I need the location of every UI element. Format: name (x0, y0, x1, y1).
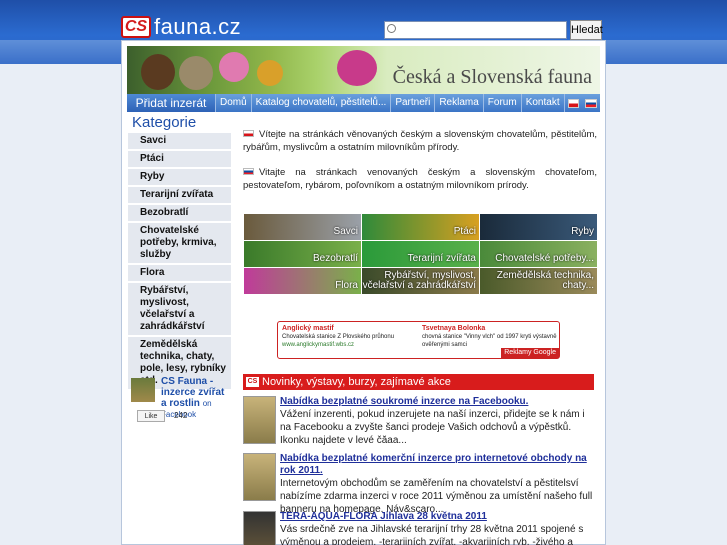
facebook-avatar[interactable] (131, 378, 155, 402)
nav-advertising[interactable]: Reklama (435, 94, 484, 112)
tile-ptaci[interactable]: Ptáci (362, 214, 479, 240)
intro-slovak: Vitajte na stránkach venovaných českým a… (243, 167, 597, 191)
ad-left-text: Chovatelská stanice Z Plovského průhonu (282, 334, 395, 340)
news-item: TERA-AQUA-FLORA Jihlava 28 května 2011 V… (243, 511, 594, 545)
main-content: Vítejte na stránkách věnovaných českým a… (241, 114, 597, 204)
czech-flag-icon (243, 130, 254, 137)
intro-czech: Vítejte na stránkách věnovaných českým a… (243, 129, 597, 153)
news-text: Vás srdečně zve na Jihlavské terarijní t… (280, 524, 584, 545)
news-title-link[interactable]: Nabídka bezplatné soukromé inzerce na Fa… (280, 396, 594, 408)
like-button[interactable]: Like (137, 410, 165, 422)
main-nav: Přidat inzerát Domů Katalog chovatelů, p… (127, 94, 600, 112)
category-tiles: Savci Ptáci Ryby Bezobratlí Terarijní zv… (244, 214, 597, 294)
tile-bezobratli[interactable]: Bezobratlí (244, 241, 361, 267)
news-thumbnail[interactable] (243, 453, 276, 501)
ad-left-url[interactable]: www.anglickymastif.wbs.cz (282, 341, 417, 349)
slovak-flag-icon (243, 168, 254, 175)
news-item: Nabídka bezplatné komerční inzerce pro i… (243, 453, 594, 516)
sidebar-item-ryby[interactable]: Ryby (128, 169, 231, 187)
sidebar-item-potreby[interactable]: Chovatelské potřeby, krmiva, služby (128, 223, 231, 265)
nav-home[interactable]: Domů (216, 94, 252, 112)
sidebar-title: Kategorie (132, 114, 197, 131)
tile-potreby[interactable]: Chovatelské potřeby... (480, 241, 597, 267)
cs-logo-icon: CS (246, 377, 259, 387)
sidebar-item-terarijni[interactable]: Terarijní zvířata (128, 187, 231, 205)
nav-partners[interactable]: Partneři (391, 94, 436, 112)
like-count: 242 (174, 411, 188, 420)
search-input[interactable] (384, 21, 567, 39)
tile-rybarstvi[interactable]: Rybářství, myslivost, včelařství a zahrá… (362, 268, 479, 294)
news-header: CS Novinky, výstavy, burzy, zajímavé akc… (243, 374, 594, 390)
news-item: Nabídka bezplatné soukromé inzerce na Fa… (243, 396, 594, 447)
facebook-page-link[interactable]: CS Fauna - inzerce zvířat a rostlin on F… (161, 376, 231, 420)
ads-by-google-label[interactable]: Reklamy Google (501, 348, 559, 358)
sidebar-item-flora[interactable]: Flora (128, 265, 231, 283)
google-ad-box[interactable]: Anglický mastif Chovatelská stanice Z Pl… (277, 321, 560, 359)
news-thumbnail[interactable] (243, 511, 276, 545)
czech-flag-icon[interactable] (567, 98, 580, 108)
tile-terarijni[interactable]: Terarijní zvířata (362, 241, 479, 267)
search-button[interactable]: Hledat (570, 20, 603, 40)
site-logo[interactable]: CS fauna.cz (121, 14, 241, 40)
sidebar: Kategorie Savci Ptáci Ryby Terarijní zví… (128, 114, 231, 391)
logo-mark: CS (121, 16, 151, 38)
sidebar-item-rybarstvi[interactable]: Rybářství, myslivost, včelařství a zahrá… (128, 283, 231, 337)
logo-text: fauna.cz (154, 14, 242, 39)
ad-left-title[interactable]: Anglický mastif (282, 325, 417, 333)
tile-ryby[interactable]: Ryby (480, 214, 597, 240)
nav-contact[interactable]: Kontakt (522, 94, 565, 112)
add-listing-button[interactable]: Přidat inzerát (127, 94, 216, 112)
tile-zemedelska[interactable]: Zemědělská technika, chaty... (480, 268, 597, 294)
news-thumbnail[interactable] (243, 396, 276, 444)
header-banner: Česká a Slovenská fauna (127, 46, 600, 94)
sidebar-item-bezobratli[interactable]: Bezobratlí (128, 205, 231, 223)
search-icon (387, 24, 396, 33)
ad-right-text: chovná stanice "Vinny vlch" od 1997 kryt… (422, 334, 557, 348)
sidebar-item-savci[interactable]: Savci (128, 133, 231, 151)
nav-catalog[interactable]: Katalog chovatelů, pěstitelů... (252, 94, 392, 112)
slovak-flag-icon[interactable] (585, 98, 597, 108)
nav-forum[interactable]: Forum (484, 94, 522, 112)
ad-right-title[interactable]: Tsvetnaya Bolonka (422, 325, 557, 333)
news-title-link[interactable]: Nabídka bezplatné komerční inzerce pro i… (280, 453, 594, 477)
banner-title: Česká a Slovenská fauna (392, 66, 592, 88)
news-title-link[interactable]: TERA-AQUA-FLORA Jihlava 28 května 2011 (280, 511, 594, 523)
news-text: Vážení inzerenti, pokud inzerujete na na… (280, 409, 585, 446)
sidebar-item-ptaci[interactable]: Ptáci (128, 151, 231, 169)
tile-savci[interactable]: Savci (244, 214, 361, 240)
tile-flora[interactable]: Flora (244, 268, 361, 294)
